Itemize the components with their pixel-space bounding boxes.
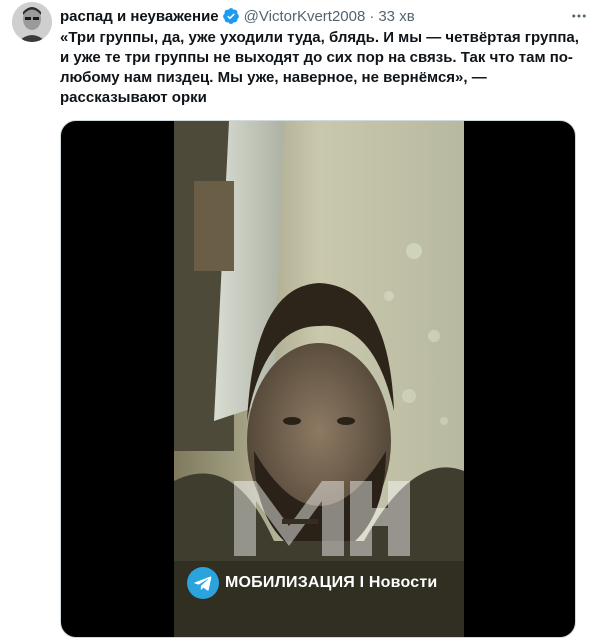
channel-label: МОБИЛИЗАЦИЯ I Новости [225, 574, 438, 591]
tweet-text: «Три группы, да, уже уходили туда, блядь… [60, 29, 579, 106]
video-frame [174, 121, 464, 637]
telegram-icon [187, 567, 219, 599]
tweet-timestamp[interactable]: 33 хв [378, 8, 414, 25]
more-options-icon[interactable] [568, 5, 590, 27]
separator-dot: · [369, 7, 375, 25]
avatar[interactable] [12, 2, 52, 42]
verified-badge-icon [222, 7, 240, 25]
tweet-header: распад и неуважение @VictorKvert2008 · 3… [60, 5, 590, 27]
tweet[interactable]: распад и неуважение @VictorKvert2008 · 3… [0, 0, 602, 641]
author-display-name[interactable]: распад и неуважение [60, 8, 219, 25]
avatar-image [12, 2, 52, 42]
video-still [174, 121, 464, 637]
author-handle[interactable]: @VictorKvert2008 [244, 8, 366, 25]
video-player[interactable]: МОБИЛИЗАЦИЯ I Новости [60, 120, 576, 638]
channel-branding: МОБИЛИЗАЦИЯ I Новости [187, 566, 437, 600]
